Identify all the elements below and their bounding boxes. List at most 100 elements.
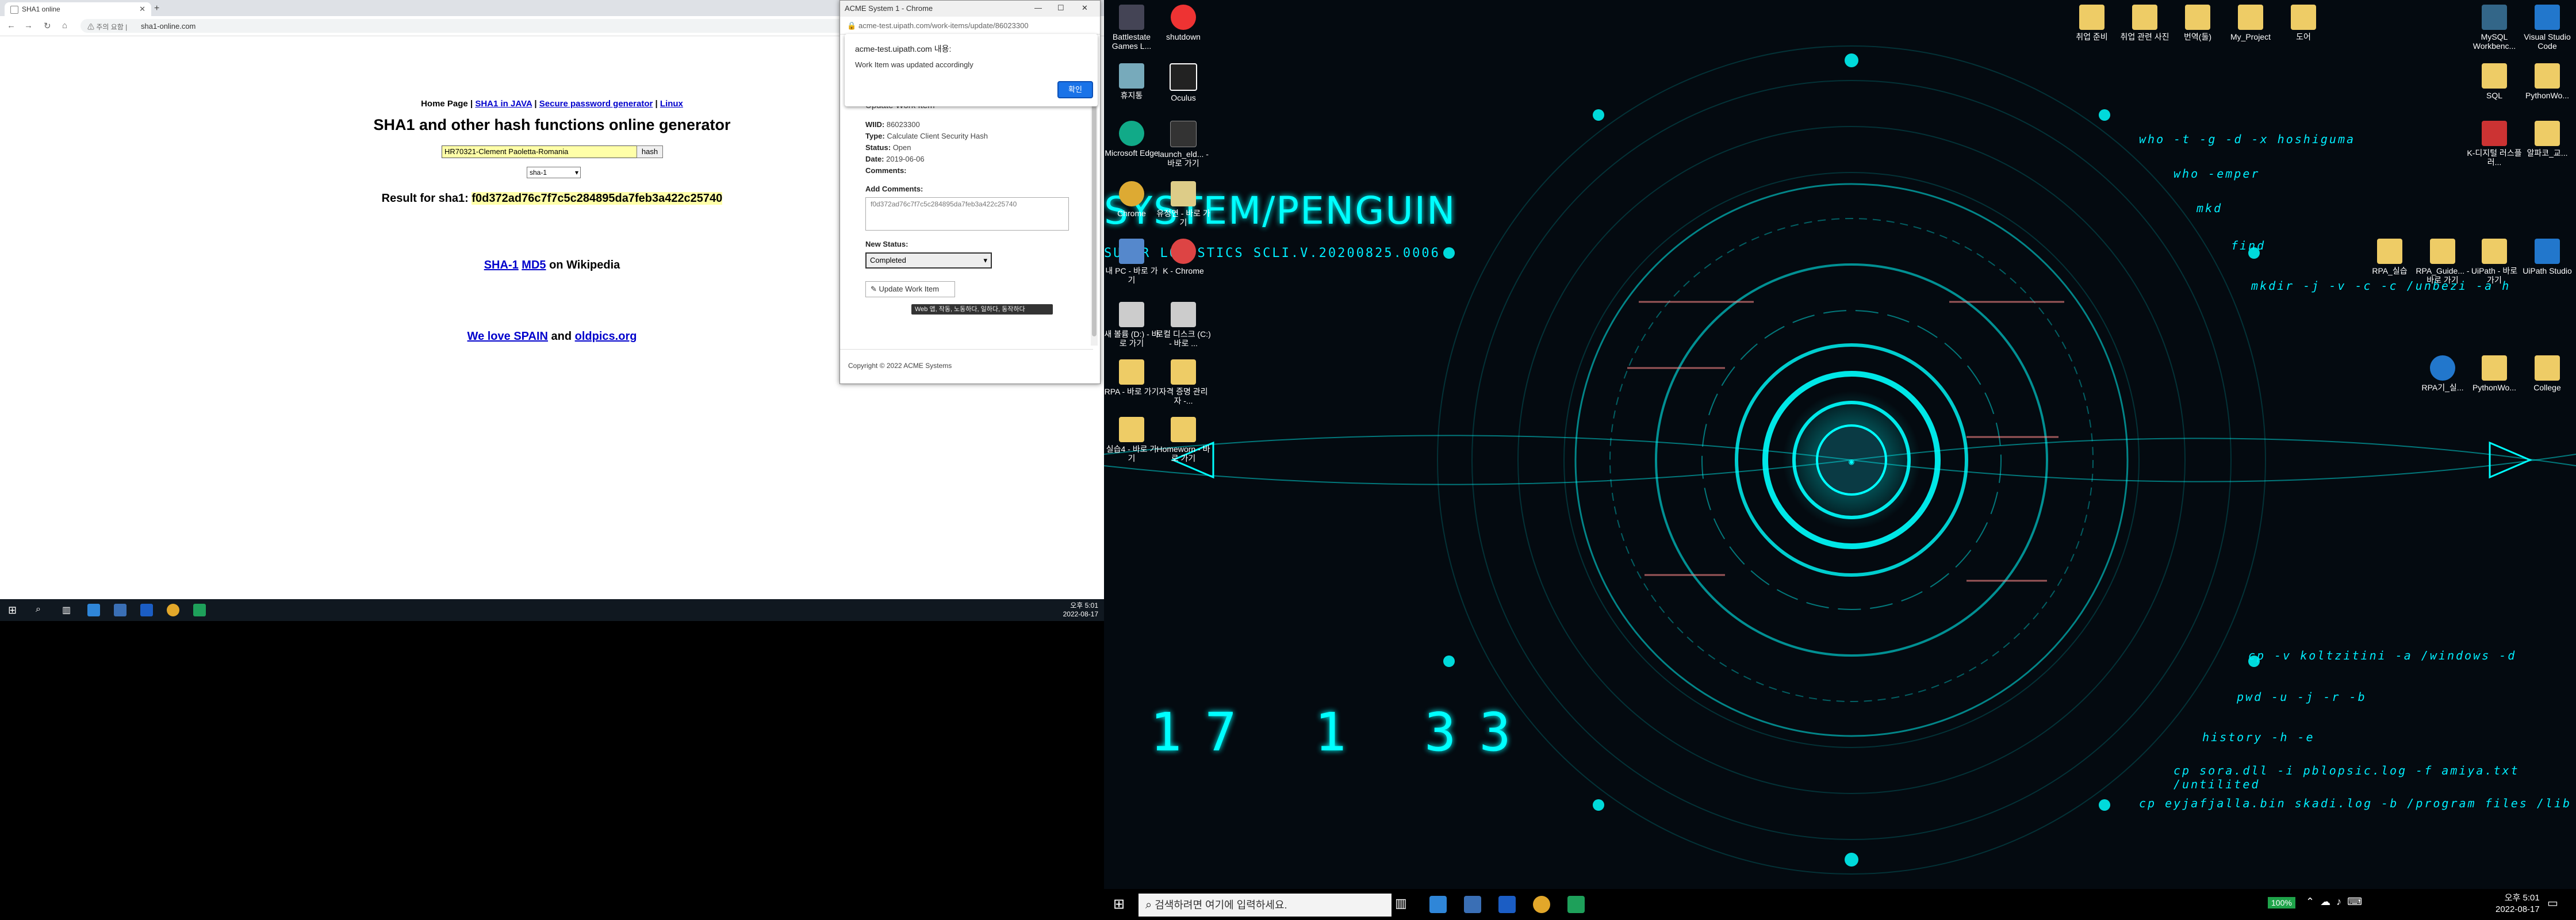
desktop-icon[interactable]: Chrome	[1104, 181, 1159, 218]
desktop-icon[interactable]: 취업 관련 사진	[2117, 5, 2172, 41]
new-tab-icon[interactable]: +	[154, 3, 159, 14]
taskbar-search[interactable]: ⌕ 검색하려면 여기에 입력하세요.	[1138, 894, 1392, 917]
md5-wiki-link[interactable]: MD5	[522, 259, 546, 271]
sha1-wiki-link[interactable]: SHA-1	[484, 259, 519, 271]
notification-icon[interactable]: ▭	[2547, 896, 2558, 910]
hash-button[interactable]: hash	[637, 145, 663, 158]
left-clock[interactable]: 오후 5:01 2022-08-17	[1063, 601, 1098, 619]
desktop-icon[interactable]: launch_eld... - 바로 가기	[1156, 121, 1211, 168]
file-explorer-icon[interactable]	[114, 604, 126, 616]
popup-title: ACME System 1 - Chrome	[845, 4, 933, 13]
forward-icon[interactable]: →	[24, 21, 33, 30]
uipath-icon[interactable]	[1498, 896, 1516, 913]
desktop-icon[interactable]: K-디지털 러스플러...	[2467, 121, 2522, 167]
status-row: Status: Open	[865, 143, 911, 152]
tray-icons[interactable]: ⌃☁♪⌨	[2306, 896, 2368, 908]
desktop-icon[interactable]: UiPath - 바로 가기	[2467, 239, 2522, 285]
favicon-icon	[10, 6, 18, 14]
comments-textarea[interactable]: f0d372ad76c7f7c5c284895da7feb3a422c25740	[865, 197, 1069, 231]
start-icon[interactable]: ⊞	[1113, 896, 1125, 913]
desktop-icon[interactable]: Visual Studio Code	[2520, 5, 2575, 51]
security-warning[interactable]: ⚠ 주의 요함 |	[87, 22, 127, 32]
desktop-icon[interactable]: Battlestate Games L...	[1104, 5, 1159, 51]
result-value: f0d372ad76c7f7c5c284895da7feb3a422c25740	[471, 192, 723, 205]
task-view-icon[interactable]: ▥	[62, 604, 71, 616]
desktop-icon[interactable]: K - Chrome	[1156, 239, 1211, 275]
acme-popup-window: ACME System 1 - Chrome — ☐ ✕ 🔒 acme-test…	[839, 0, 1101, 384]
desktop-icon[interactable]: 휴지통	[1104, 63, 1159, 100]
browser-tab[interactable]: SHA1 online ✕	[5, 2, 151, 16]
update-work-item-button[interactable]: ✎ Update Work Item	[865, 281, 955, 297]
desktop-icon[interactable]: 유정연 - 바로 가기	[1156, 181, 1211, 227]
desktop-icon[interactable]: My_Project	[2223, 5, 2278, 41]
desktop-icon[interactable]: 로컬 디스크 (C:) - 바로 ...	[1156, 302, 1211, 348]
new-status-select[interactable]: Completed ▾	[865, 252, 992, 269]
algorithm-select[interactable]: sha-1 ▾	[527, 167, 581, 178]
password-generator-link[interactable]: Secure password generator	[539, 99, 653, 109]
desktop-icon[interactable]: PythonWo...	[2467, 355, 2522, 392]
desktop-icon[interactable]: RPA_실습	[2362, 239, 2417, 275]
svg-text:◉: ◉	[1849, 456, 1854, 467]
right-clock[interactable]: 오후 5:01 2022-08-17	[2496, 892, 2540, 915]
copyright: Copyright © 2022 ACME Systems	[848, 362, 952, 370]
desktop-icon[interactable]: 실습4 - 바로 가기	[1104, 417, 1159, 463]
url-text: sha1-online.com	[141, 22, 196, 30]
desktop-icon[interactable]: Microsoft Edge	[1104, 121, 1159, 158]
home-page-text[interactable]: Home Page	[421, 99, 468, 109]
left-monitor: SHA1 online ✕ + — ☐ ✕ ← → ↻ ⌂ ⚠ 주의 요함 | …	[0, 0, 1104, 621]
document-icon	[2185, 5, 2210, 30]
dialog-host: acme-test.uipath.com 내용:	[855, 44, 952, 53]
assistant-icon[interactable]	[193, 604, 206, 616]
file-explorer-icon[interactable]	[1464, 896, 1481, 913]
desktop-icon[interactable]: SQL	[2467, 63, 2522, 100]
reload-icon[interactable]: ↻	[44, 21, 51, 31]
popup-titlebar: ACME System 1 - Chrome — ☐ ✕	[840, 1, 1100, 17]
desktop-icon[interactable]: RPA_Guide... - 바로 가기	[2415, 239, 2470, 285]
battery-badge[interactable]: 100%	[2268, 897, 2295, 908]
desktop-icon[interactable]: RPA기_실...	[2415, 355, 2470, 392]
maximize-icon[interactable]: ☐	[1057, 3, 1064, 13]
minimize-icon[interactable]: —	[1034, 3, 1042, 12]
assistant-icon[interactable]	[1567, 896, 1585, 913]
desktop-icon[interactable]: 취업 준비	[2064, 5, 2119, 41]
spain-link[interactable]: We love SPAIN	[467, 330, 548, 343]
sha1-java-link[interactable]: SHA1 in JAVA	[475, 99, 532, 109]
desktop-icon[interactable]: 번역(둘)	[2170, 5, 2225, 41]
taskbar-app-icon[interactable]	[87, 604, 100, 616]
close-icon[interactable]: ✕	[1082, 3, 1088, 13]
chrome-icon[interactable]	[167, 604, 179, 616]
result-label: Result for sha1:	[381, 192, 469, 205]
uipath-icon[interactable]	[140, 604, 153, 616]
term-line: find	[2231, 239, 2266, 252]
desktop-icon[interactable]: MySQL Workbenc...	[2467, 5, 2522, 51]
desktop-icon[interactable]: Oculus	[1156, 63, 1211, 102]
desktop-icon[interactable]: RPA - 바로 가기	[1104, 359, 1159, 396]
search-icon[interactable]: ⌕	[36, 604, 41, 615]
desktop-icon[interactable]: 알파코_교...	[2520, 121, 2575, 158]
home-icon[interactable]: ⌂	[62, 21, 67, 30]
chevron-down-icon: ▾	[983, 256, 987, 264]
desktop-icon[interactable]: UiPath Studio	[2520, 239, 2575, 275]
back-icon[interactable]: ←	[7, 21, 16, 30]
chrome-icon[interactable]	[1533, 896, 1550, 913]
date-row: Date: 2019-06-06	[865, 155, 925, 163]
hash-input[interactable]: HR70321-Clement Paoletta-Romania	[442, 145, 639, 158]
taskbar-app-icon[interactable]	[1429, 896, 1447, 913]
task-view-icon[interactable]: ▥	[1395, 896, 1407, 911]
oldpics-link[interactable]: oldpics.org	[575, 330, 637, 343]
linux-link[interactable]: Linux	[660, 99, 683, 109]
desktop-icon[interactable]: 자격 증명 관리자 -...	[1156, 359, 1211, 405]
add-comments-label: Add Comments:	[865, 185, 923, 193]
dialog-ok-button[interactable]: 확인	[1057, 81, 1093, 98]
desktop-icon[interactable]: 내 PC - 바로 가기	[1104, 239, 1159, 285]
type-row: Type: Calculate Client Security Hash	[865, 132, 988, 140]
desktop-icon[interactable]: Homeworn - 바로 가기	[1156, 417, 1211, 463]
close-tab-icon[interactable]: ✕	[139, 5, 145, 14]
desktop-icon[interactable]: PythonWo...	[2520, 63, 2575, 100]
start-icon[interactable]: ⊞	[8, 604, 17, 616]
desktop-icon[interactable]: 도어	[2276, 5, 2331, 41]
desktop-icon[interactable]: College	[2520, 355, 2575, 392]
comments-label: Comments:	[865, 166, 907, 175]
desktop-icon[interactable]: shutdown	[1156, 5, 1211, 41]
desktop-icon[interactable]: 새 볼륨 (D:) - 바로 가기	[1104, 302, 1159, 348]
